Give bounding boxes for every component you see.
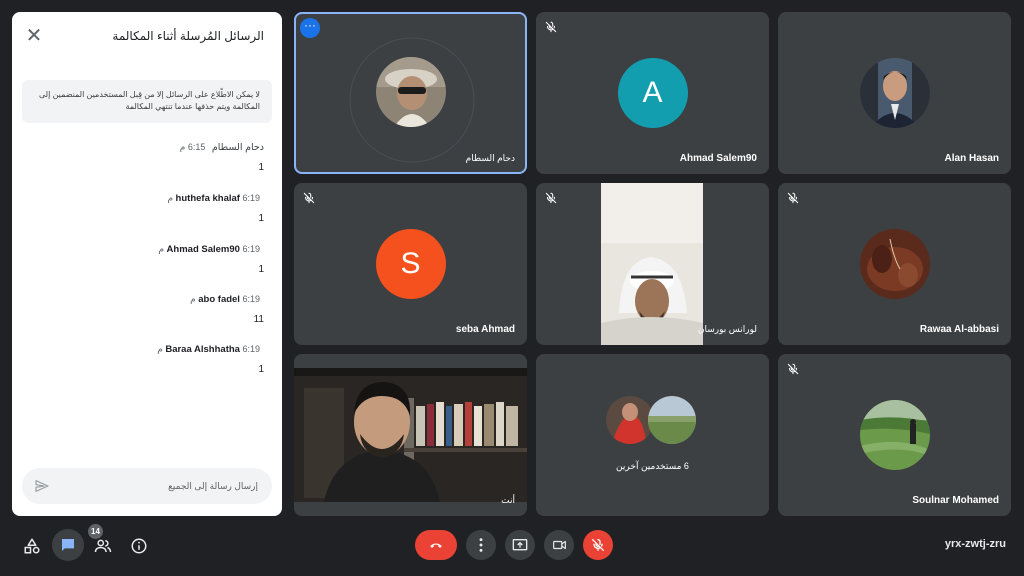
message-text: 1: [258, 264, 264, 275]
present-screen-button[interactable]: [505, 530, 535, 560]
participant-name: Rawaa Al-abbasi: [919, 324, 999, 335]
participant-video: [601, 183, 703, 345]
participant-name: Soulnar Mohamed: [912, 495, 999, 506]
people-icon[interactable]: [93, 537, 113, 555]
participant-tile-ahmad[interactable]: A Ahmad Salem90: [536, 12, 769, 174]
message-text: 1: [258, 364, 264, 375]
message-sender: دحام السطام: [211, 142, 264, 153]
microphone-button[interactable]: [583, 530, 613, 560]
mic-off-icon: [303, 192, 315, 204]
mic-off-icon: [592, 539, 604, 551]
meeting-code: yrx-zwtj-zru: [944, 538, 1006, 550]
participant-photo: [859, 229, 930, 299]
mic-off-icon: [787, 192, 799, 204]
participant-name: أنت: [501, 495, 515, 505]
message-sender: huthefa khalaf: [175, 193, 240, 204]
message-sender: Baraa Alshhatha: [165, 344, 240, 355]
message-text: 11: [253, 314, 264, 325]
message-text: 1: [258, 213, 264, 224]
chat-notice: لا يمكن الاطّلاع على الرسائل إلا من قِبل…: [22, 80, 272, 123]
participant-name: لورانس بورسان: [697, 324, 757, 334]
send-icon[interactable]: [34, 478, 50, 494]
hang-up-icon: [430, 543, 442, 548]
chat-message: huthefa khalaf 6:19 م 1: [30, 193, 264, 227]
participant-tile-rawaa[interactable]: Rawaa Al-abbasi: [778, 183, 1011, 345]
more-options-button[interactable]: [466, 530, 496, 560]
chat-header: ✕ الرسائل المُرسلة أثناء المكالمة: [12, 12, 282, 60]
mic-off-icon: [545, 192, 557, 204]
other-participant-photo: [606, 396, 654, 444]
participant-avatar: A: [617, 58, 688, 128]
participant-avatar: S: [375, 229, 446, 299]
info-icon[interactable]: [130, 537, 148, 555]
participants-count-badge: 14: [88, 524, 103, 539]
participant-name: Alan Hasan: [944, 153, 999, 164]
more-options-icon[interactable]: ···: [300, 18, 320, 38]
participant-tile-others[interactable]: 6 مستخدمين آخرين: [536, 354, 769, 516]
participant-tile-seba[interactable]: S seba Ahmad: [294, 183, 527, 345]
chat-message: Ahmad Salem90 6:19 م 1: [30, 244, 264, 278]
present-screen-icon: [512, 539, 528, 551]
mic-off-icon: [545, 21, 557, 33]
message-text: 1: [258, 162, 264, 173]
participant-name: seba Ahmad: [455, 324, 515, 335]
chat-title: الرسائل المُرسلة أثناء المكالمة: [112, 29, 264, 43]
chat-message: Baraa Alshhatha 6:19 م 1: [30, 344, 264, 378]
participant-tile-self[interactable]: أنت: [294, 354, 527, 516]
participant-name: Ahmad Salem90: [679, 153, 757, 164]
chat-message: abo fadel 6:19 م 11: [30, 294, 264, 328]
participant-name: دحام السطام: [465, 153, 515, 163]
chat-icon: [62, 539, 74, 551]
mic-off-icon: [787, 363, 799, 375]
chat-message-input[interactable]: [62, 478, 258, 494]
others-count-label: 6 مستخدمين آخرين: [616, 461, 689, 471]
participant-photo: [375, 57, 446, 127]
self-video: [294, 368, 527, 502]
activities-icon[interactable]: [22, 537, 42, 555]
camera-button[interactable]: [544, 530, 574, 560]
other-participant-photo: [648, 396, 696, 444]
close-icon[interactable]: ✕: [24, 26, 44, 46]
participant-photo: [859, 400, 930, 470]
end-call-button[interactable]: [415, 530, 457, 560]
message-time: 6:15 م: [179, 142, 206, 152]
chat-panel: ✕ الرسائل المُرسلة أثناء المكالمة لا يمك…: [12, 12, 282, 516]
participant-tile-soulnar[interactable]: Soulnar Mohamed: [778, 354, 1011, 516]
chat-message: دحام السطام 6:15 م 1: [30, 142, 264, 176]
chat-button[interactable]: [52, 529, 84, 561]
participant-tile-alan[interactable]: Alan Hasan: [778, 12, 1011, 174]
participant-photo: [859, 58, 930, 128]
chat-input-bar: [22, 468, 272, 504]
participant-tile-dahham[interactable]: ··· دحام السطام: [294, 12, 527, 174]
videocam-icon: [553, 540, 566, 550]
more-vert-icon: [479, 538, 483, 552]
message-sender: abo fadel: [198, 294, 240, 305]
participant-tile-lawrence[interactable]: لورانس بورسان: [536, 183, 769, 345]
message-sender: Ahmad Salem90: [166, 244, 240, 255]
